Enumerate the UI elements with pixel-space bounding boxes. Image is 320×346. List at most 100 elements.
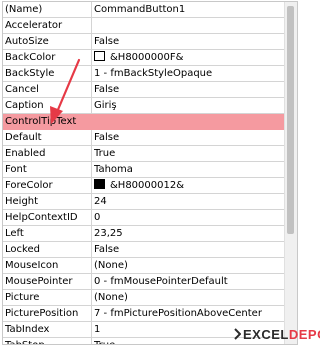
property-name: BackColor <box>5 52 56 63</box>
property-name: Locked <box>5 244 40 255</box>
column-divider <box>91 258 92 273</box>
property-name: ForeColor <box>5 180 53 191</box>
vertical-scrollbar[interactable] <box>284 2 297 344</box>
property-value-text: 7 - fmPicturePositionAboveCenter <box>94 308 262 319</box>
property-value[interactable]: 1 - fmBackStyleOpaque <box>94 66 294 81</box>
property-value[interactable]: Giriş <box>94 98 294 113</box>
property-row[interactable]: Accelerator <box>3 18 296 34</box>
property-value[interactable]: 24 <box>94 194 294 209</box>
properties-grid: (Name) CommandButton1 Accelerator AutoSize F… <box>2 1 298 345</box>
property-value-text: 24 <box>94 196 107 207</box>
property-value[interactable] <box>94 114 294 129</box>
property-name: Font <box>5 164 27 175</box>
property-value-text: 1 <box>94 324 101 335</box>
property-value-text: 23,25 <box>94 228 123 239</box>
property-value[interactable]: 0 <box>94 210 294 225</box>
property-row[interactable]: Height 24 <box>3 194 296 210</box>
property-row[interactable]: Caption Giriş <box>3 98 296 114</box>
property-value[interactable]: &H8000000F& <box>94 50 294 65</box>
column-divider <box>91 50 92 65</box>
column-divider <box>91 274 92 289</box>
property-value[interactable]: CommandButton1 <box>94 2 294 17</box>
column-divider <box>91 242 92 257</box>
property-row[interactable]: Cancel False <box>3 82 296 98</box>
property-value[interactable]: True <box>94 146 294 161</box>
column-divider <box>91 322 92 337</box>
column-divider <box>91 162 92 177</box>
property-value[interactable]: (None) <box>94 290 294 305</box>
property-value-text: 0 <box>94 212 101 223</box>
property-value[interactable]: False <box>94 34 294 49</box>
column-divider <box>91 194 92 209</box>
property-value-text: True <box>94 148 116 159</box>
column-divider <box>91 210 92 225</box>
property-name: (Name) <box>5 4 43 15</box>
scrollbar-thumb[interactable] <box>287 6 294 234</box>
property-name: MousePointer <box>5 276 73 287</box>
property-row[interactable]: Picture (None) <box>3 290 296 306</box>
property-value-text: False <box>94 244 120 255</box>
property-value[interactable]: 0 - fmMousePointerDefault <box>94 274 294 289</box>
property-name: PicturePosition <box>5 308 79 319</box>
column-divider <box>91 290 92 305</box>
property-name: AutoSize <box>5 36 49 47</box>
color-swatch <box>94 179 105 189</box>
property-row[interactable]: Locked False <box>3 242 296 258</box>
property-value-text: Giriş <box>94 100 117 111</box>
column-divider <box>91 130 92 145</box>
property-row[interactable]: ForeColor &H80000012& <box>3 178 296 194</box>
property-row[interactable]: Default False <box>3 130 296 146</box>
property-value[interactable]: False <box>94 82 294 97</box>
column-divider <box>91 178 92 193</box>
property-row[interactable]: BackColor &H8000000F& <box>3 50 296 66</box>
property-row[interactable]: BackStyle 1 - fmBackStyleOpaque <box>3 66 296 82</box>
property-row[interactable]: HelpContextID 0 <box>3 210 296 226</box>
watermark-logo: EXCELDEPO <box>229 327 320 345</box>
property-value[interactable]: Tahoma <box>94 162 294 177</box>
column-divider <box>91 98 92 113</box>
column-divider <box>91 82 92 97</box>
property-name: Caption <box>5 100 44 111</box>
property-value[interactable]: 7 - fmPicturePositionAboveCenter <box>94 306 294 321</box>
property-value-text: &H80000012& <box>110 180 185 191</box>
property-value[interactable] <box>94 18 294 33</box>
property-value-text: (None) <box>94 292 128 303</box>
property-row[interactable]: PicturePosition 7 - fmPicturePositionAbov… <box>3 306 296 322</box>
property-value-text: &H8000000F& <box>110 52 184 63</box>
property-row[interactable]: Font Tahoma <box>3 162 296 178</box>
property-value-text: 0 - fmMousePointerDefault <box>94 276 228 287</box>
property-name: Left <box>5 228 24 239</box>
property-name: TabIndex <box>5 324 50 335</box>
property-value[interactable]: (None) <box>94 258 294 273</box>
property-name: Picture <box>5 292 40 303</box>
property-name: Cancel <box>5 84 39 95</box>
property-row[interactable]: (Name) CommandButton1 <box>3 2 296 18</box>
property-name: Height <box>5 196 39 207</box>
property-row[interactable]: MouseIcon (None) <box>3 258 296 274</box>
column-divider <box>91 18 92 33</box>
property-row[interactable]: Left 23,25 <box>3 226 296 242</box>
property-value-text: 1 - fmBackStyleOpaque <box>94 68 213 79</box>
property-row[interactable]: ControlTipText <box>3 114 296 130</box>
property-name: Enabled <box>5 148 46 159</box>
property-value[interactable]: False <box>94 242 294 257</box>
property-value[interactable]: &H80000012& <box>94 178 294 193</box>
property-row[interactable]: MousePointer 0 - fmMousePointerDefault <box>3 274 296 290</box>
property-name: Default <box>5 132 42 143</box>
property-value-text: CommandButton1 <box>94 4 186 15</box>
excel-depo-logo-icon <box>234 328 241 340</box>
property-value-text: False <box>94 84 120 95</box>
property-row[interactable]: Enabled True <box>3 146 296 162</box>
property-row[interactable]: AutoSize False <box>3 34 296 50</box>
property-value[interactable]: False <box>94 130 294 145</box>
property-value-text: True <box>94 340 115 344</box>
color-swatch <box>94 51 105 61</box>
property-value[interactable]: 23,25 <box>94 226 294 241</box>
property-name: Accelerator <box>5 20 63 31</box>
property-name: TabStop <box>3 338 90 344</box>
column-divider <box>91 226 92 241</box>
property-name: ControlTipText <box>5 116 77 127</box>
column-divider <box>91 338 92 344</box>
property-name: BackStyle <box>5 68 55 79</box>
column-divider <box>91 66 92 81</box>
